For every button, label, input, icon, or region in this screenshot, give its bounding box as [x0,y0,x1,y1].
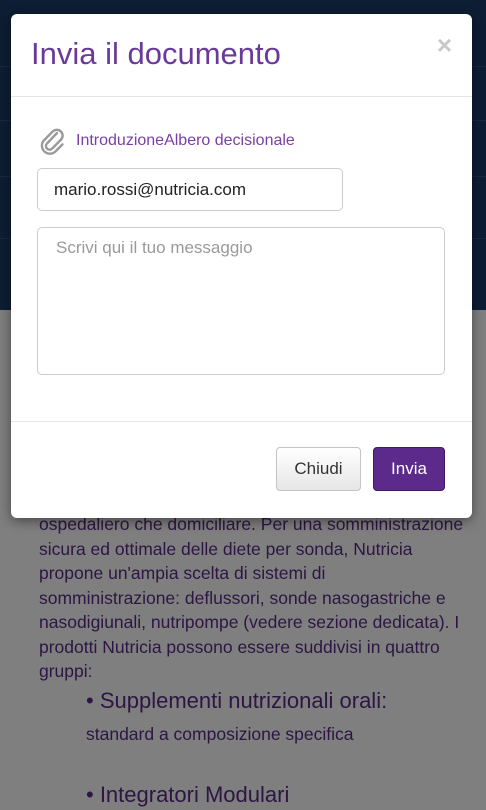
message-field[interactable] [37,227,445,375]
close-button[interactable]: Chiudi [276,447,361,491]
modal-header-divider [11,96,472,97]
send-button[interactable]: Invia [373,447,445,491]
email-field[interactable] [37,168,343,211]
send-document-modal: Invia il documento × IntroduzioneAlbero … [11,14,472,518]
modal-footer-divider [11,421,472,422]
attachment-row: IntroduzioneAlbero decisionale [38,126,295,156]
modal-title: Invia il documento [31,36,281,71]
paperclip-icon [38,126,68,156]
attachment-name[interactable]: IntroduzioneAlbero decisionale [76,132,295,150]
close-icon[interactable]: × [437,32,452,58]
